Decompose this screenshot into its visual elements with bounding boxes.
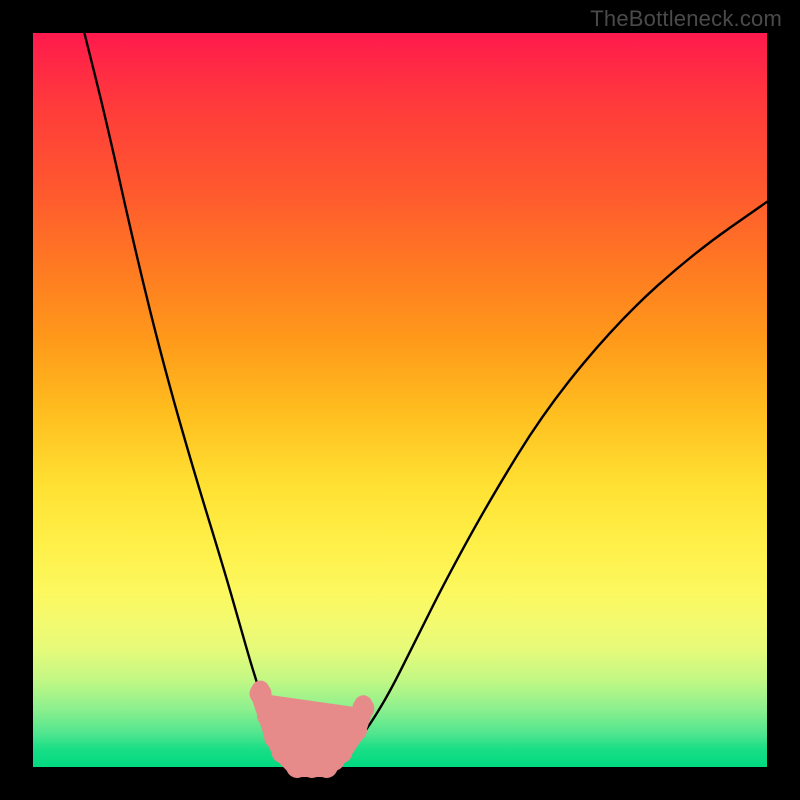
marker-dot (252, 681, 270, 699)
chart-plot-area (33, 33, 767, 767)
marker-dot (354, 695, 372, 713)
marker-dot (330, 741, 352, 763)
bottleneck-curve (84, 33, 767, 767)
marker-dot (257, 705, 279, 727)
marker-dot (345, 719, 367, 741)
chart-svg (33, 33, 767, 767)
watermark-text: TheBottleneck.com (590, 6, 782, 32)
